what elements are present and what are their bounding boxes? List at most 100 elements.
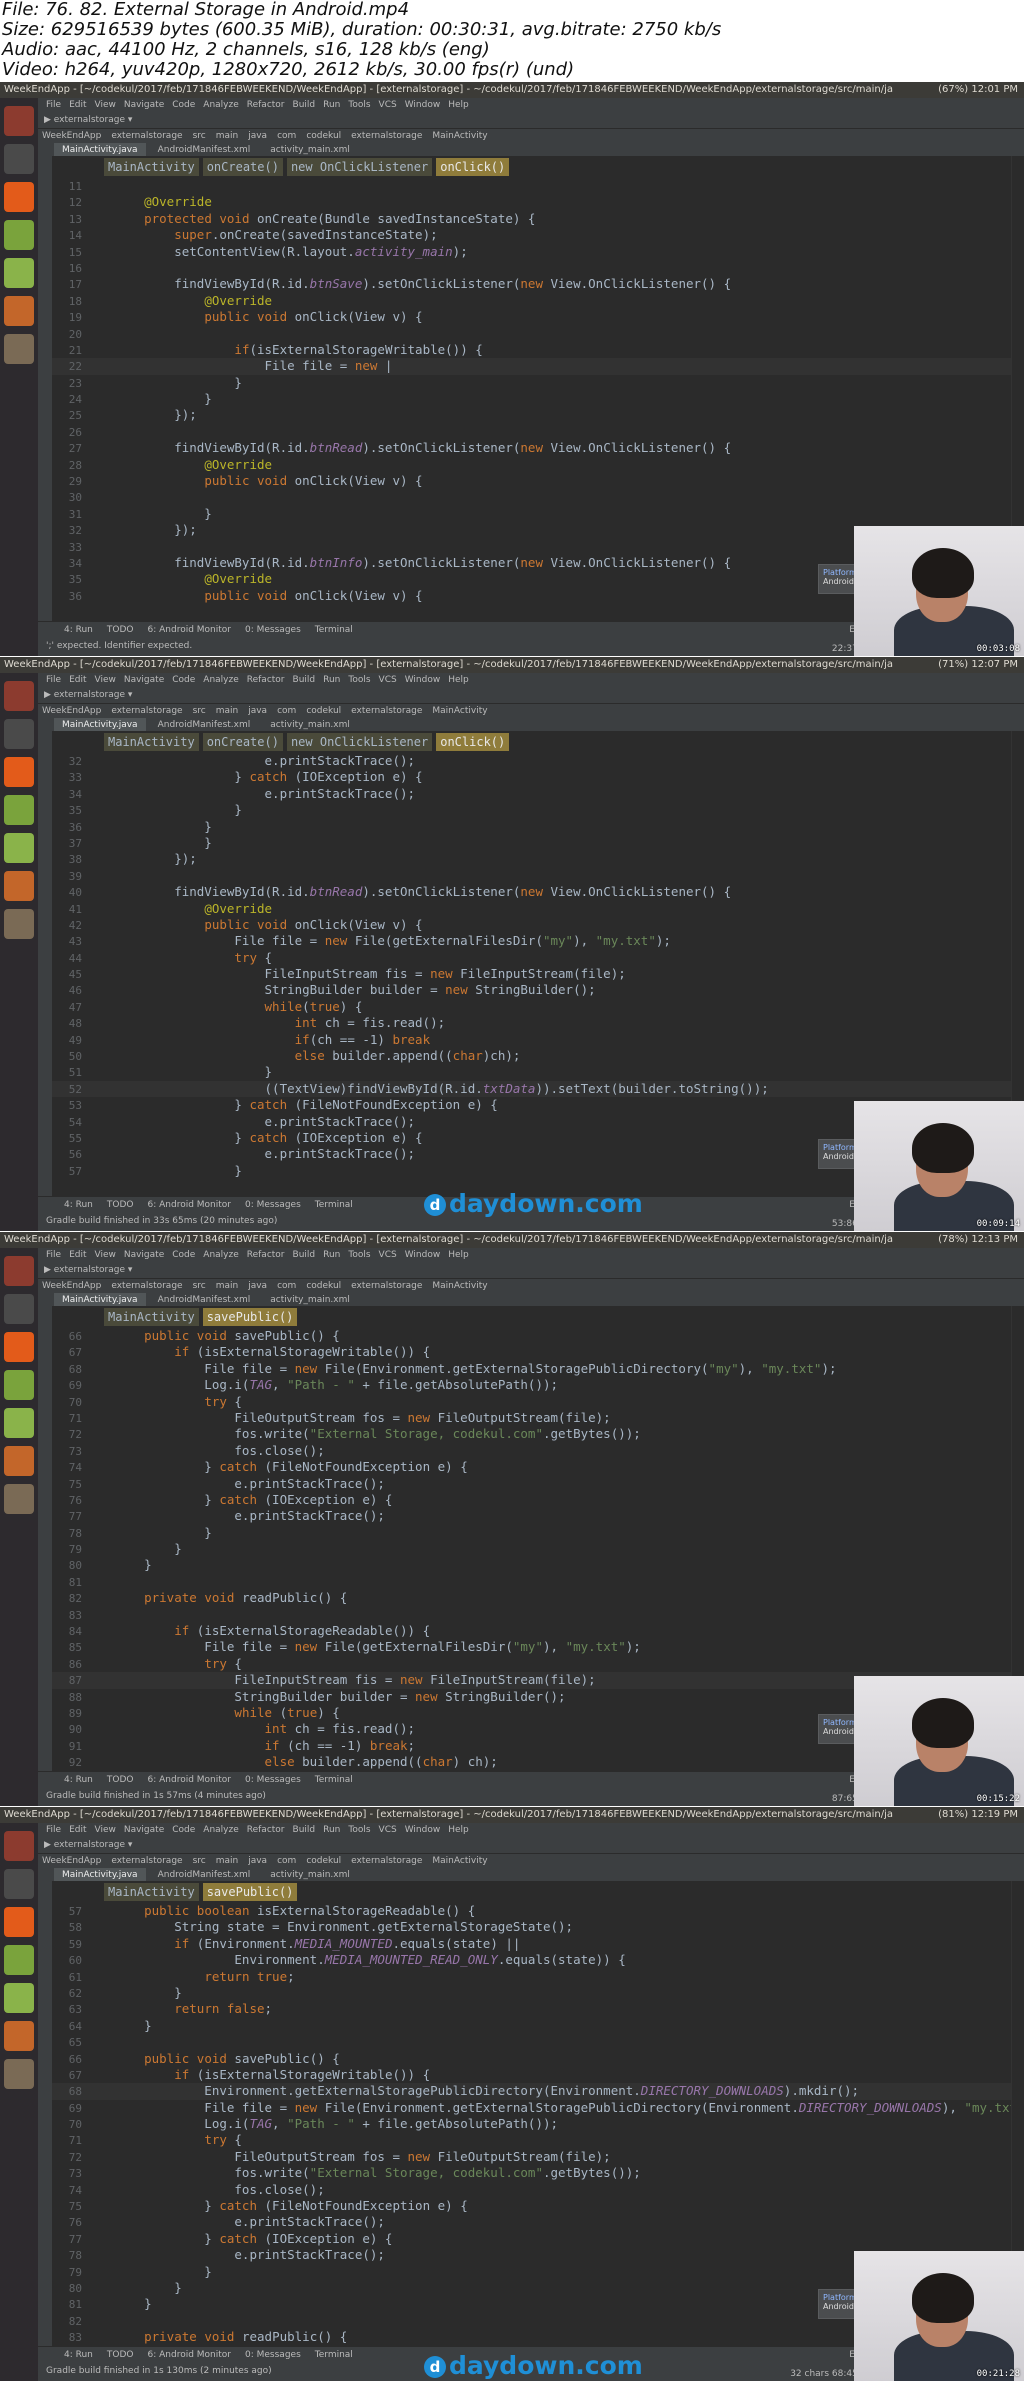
editor-tab[interactable]: AndroidManifest.xml bbox=[150, 1293, 259, 1307]
trash-icon[interactable] bbox=[4, 334, 34, 364]
menu-window[interactable]: Window bbox=[405, 1825, 441, 1835]
code-line[interactable]: 46 StringBuilder builder = new StringBui… bbox=[52, 982, 1024, 998]
nav-crumb[interactable]: java bbox=[248, 1856, 267, 1866]
menu-code[interactable]: Code bbox=[172, 100, 195, 110]
android-studio-icon[interactable] bbox=[4, 1945, 34, 1975]
code-line[interactable]: 23 } bbox=[52, 375, 1024, 391]
editor-tab[interactable]: AndroidManifest.xml bbox=[150, 1868, 259, 1882]
tool-window-button[interactable]: Terminal bbox=[315, 625, 353, 635]
code-line[interactable]: 15 setContentView(R.layout.activity_main… bbox=[52, 244, 1024, 260]
nav-crumb[interactable]: src bbox=[193, 1856, 206, 1866]
breadcrumb-item[interactable]: onClick() bbox=[436, 733, 510, 751]
nav-crumb[interactable]: codekul bbox=[306, 1856, 341, 1866]
tool-window-button[interactable]: 0: Messages bbox=[245, 2350, 301, 2360]
code-line[interactable]: 52 ((TextView)findViewById(R.id.txtData)… bbox=[52, 1080, 1024, 1098]
breadcrumb-item[interactable]: new OnClickListener bbox=[286, 158, 433, 176]
code-line[interactable]: 20 bbox=[52, 326, 1024, 342]
nav-crumb[interactable]: WeekEndApp bbox=[42, 131, 101, 141]
editor-tab[interactable]: MainActivity.java bbox=[54, 1868, 146, 1882]
nav-crumb[interactable]: com bbox=[277, 1856, 296, 1866]
code-line[interactable]: 67 if (isExternalStorageWritable()) { bbox=[52, 1344, 1024, 1360]
tool-window-button[interactable]: 4: Run bbox=[64, 625, 93, 635]
code-line[interactable]: 71 FileOutputStream fos = new FileOutput… bbox=[52, 1410, 1024, 1426]
firefox-icon[interactable] bbox=[4, 1332, 34, 1362]
firefox-icon[interactable] bbox=[4, 182, 34, 212]
code-line[interactable]: 64 } bbox=[52, 2018, 1024, 2034]
menu-help[interactable]: Help bbox=[448, 1250, 469, 1260]
menu-file[interactable]: File bbox=[46, 1250, 61, 1260]
menu-build[interactable]: Build bbox=[293, 1825, 316, 1835]
breadcrumb-item[interactable]: MainActivity bbox=[104, 1883, 199, 1901]
tool-window-button[interactable]: 0: Messages bbox=[245, 1200, 301, 1210]
trash-icon[interactable] bbox=[4, 909, 34, 939]
android-studio-icon[interactable] bbox=[4, 220, 34, 250]
code-line[interactable]: 71 try { bbox=[52, 2132, 1024, 2148]
code-line[interactable]: 69 File file = new File(Environment.getE… bbox=[52, 2100, 1024, 2116]
nav-crumb[interactable]: MainActivity bbox=[432, 1856, 487, 1866]
code-line[interactable]: 75 } catch (FileNotFoundException e) { bbox=[52, 2198, 1024, 2214]
menu-edit[interactable]: Edit bbox=[69, 675, 86, 685]
code-line[interactable]: 37 } bbox=[52, 835, 1024, 851]
code-line[interactable]: 80 } bbox=[52, 1557, 1024, 1573]
code-line[interactable]: 69 Log.i(TAG, "Path - " + file.getAbsolu… bbox=[52, 1377, 1024, 1393]
tool-window-button[interactable]: 4: Run bbox=[64, 1775, 93, 1785]
menu-tools[interactable]: Tools bbox=[348, 675, 370, 685]
ubuntu-dash-icon[interactable] bbox=[4, 1831, 34, 1861]
nav-crumb[interactable]: WeekEndApp bbox=[42, 706, 101, 716]
tool-window-button[interactable]: 4: Run bbox=[64, 2350, 93, 2360]
code-line[interactable]: 36 } bbox=[52, 819, 1024, 835]
tool-window-button[interactable]: TODO bbox=[107, 1775, 134, 1785]
terminal-icon[interactable] bbox=[4, 144, 34, 174]
tool-window-button[interactable]: 0: Messages bbox=[245, 1775, 301, 1785]
menu-run[interactable]: Run bbox=[323, 1825, 340, 1835]
breadcrumb-item[interactable]: new OnClickListener bbox=[286, 733, 433, 751]
menu-view[interactable]: View bbox=[95, 1250, 116, 1260]
code-line[interactable]: 68 Environment.getExternalStoragePublicD… bbox=[52, 2083, 1024, 2100]
android-icon[interactable] bbox=[4, 1983, 34, 2013]
breadcrumb-item[interactable]: MainActivity bbox=[104, 158, 199, 176]
android-studio-icon[interactable] bbox=[4, 795, 34, 825]
menu-window[interactable]: Window bbox=[405, 100, 441, 110]
terminal-icon[interactable] bbox=[4, 1869, 34, 1899]
menu-view[interactable]: View bbox=[95, 100, 116, 110]
menu-analyze[interactable]: Analyze bbox=[203, 100, 238, 110]
code-line[interactable]: 19 public void onClick(View v) { bbox=[52, 309, 1024, 325]
code-line[interactable]: 77 e.printStackTrace(); bbox=[52, 1508, 1024, 1524]
menu-help[interactable]: Help bbox=[448, 100, 469, 110]
code-line[interactable]: 39 bbox=[52, 868, 1024, 884]
code-line[interactable]: 67 if (isExternalStorageWritable()) { bbox=[52, 2067, 1024, 2083]
nav-crumb[interactable]: codekul bbox=[306, 706, 341, 716]
code-line[interactable]: 72 FileOutputStream fos = new FileOutput… bbox=[52, 2149, 1024, 2165]
menu-build[interactable]: Build bbox=[293, 675, 316, 685]
code-line[interactable]: 18 @Override bbox=[52, 293, 1024, 309]
code-line[interactable]: 73 fos.close(); bbox=[52, 1443, 1024, 1459]
menu-tools[interactable]: Tools bbox=[348, 100, 370, 110]
menu-run[interactable]: Run bbox=[323, 675, 340, 685]
code-line[interactable]: 62 } bbox=[52, 1985, 1024, 2001]
tool-window-button[interactable]: Terminal bbox=[315, 1775, 353, 1785]
code-line[interactable]: 86 try { bbox=[52, 1656, 1024, 1672]
nav-crumb[interactable]: MainActivity bbox=[432, 1281, 487, 1291]
menu-file[interactable]: File bbox=[46, 675, 61, 685]
tool-window-button[interactable]: TODO bbox=[107, 625, 134, 635]
editor-tab[interactable]: activity_main.xml bbox=[262, 1868, 358, 1882]
menu-build[interactable]: Build bbox=[293, 100, 316, 110]
code-line[interactable]: 27 findViewById(R.id.btnRead).setOnClick… bbox=[52, 440, 1024, 456]
menu-vcs[interactable]: VCS bbox=[379, 100, 397, 110]
code-line[interactable]: 26 bbox=[52, 424, 1024, 440]
code-line[interactable]: 40 findViewById(R.id.btnRead).setOnClick… bbox=[52, 884, 1024, 900]
nav-crumb[interactable]: externalstorage bbox=[111, 706, 182, 716]
code-line[interactable]: 70 try { bbox=[52, 1394, 1024, 1410]
menu-code[interactable]: Code bbox=[172, 1825, 195, 1835]
menu-refactor[interactable]: Refactor bbox=[247, 1825, 285, 1835]
code-line[interactable]: 83 bbox=[52, 1607, 1024, 1623]
menu-tools[interactable]: Tools bbox=[348, 1250, 370, 1260]
code-line[interactable]: 22 File file = new | bbox=[52, 358, 1024, 375]
nav-crumb[interactable]: src bbox=[193, 1281, 206, 1291]
nav-crumb[interactable]: externalstorage bbox=[111, 1281, 182, 1291]
code-line[interactable]: 28 @Override bbox=[52, 457, 1024, 473]
menu-refactor[interactable]: Refactor bbox=[247, 100, 285, 110]
code-line[interactable]: 76 } catch (IOException e) { bbox=[52, 1492, 1024, 1508]
tool-window-button[interactable]: 0: Messages bbox=[245, 625, 301, 635]
code-line[interactable]: 85 File file = new File(getExternalFiles… bbox=[52, 1639, 1024, 1655]
